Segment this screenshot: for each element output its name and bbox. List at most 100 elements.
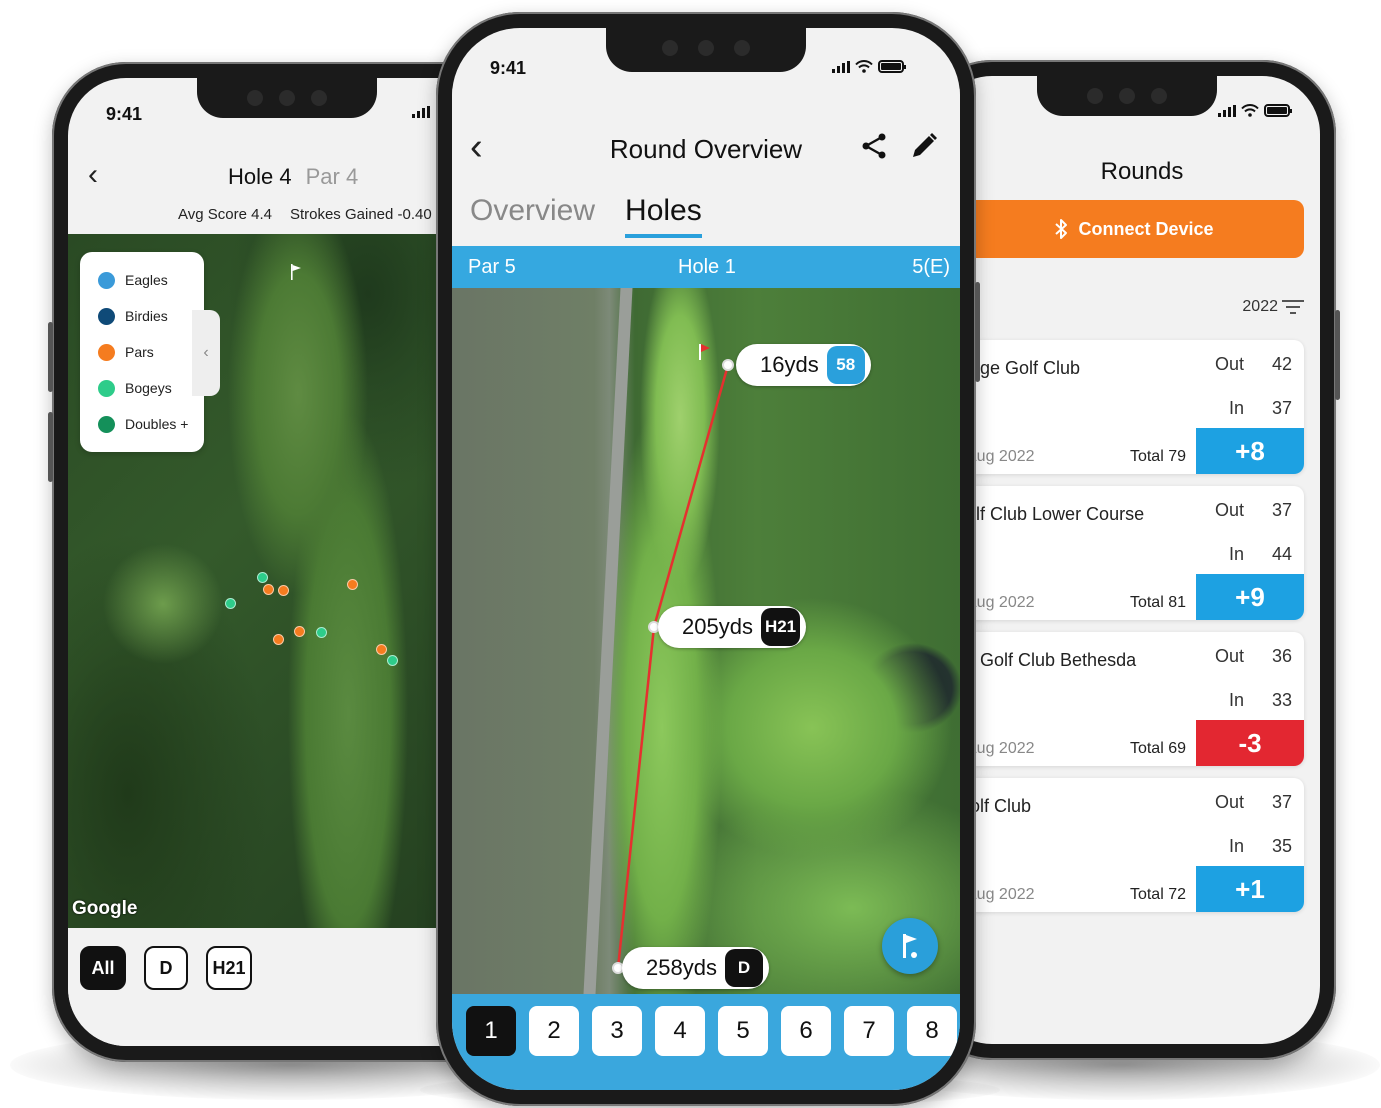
shot-point	[722, 359, 734, 371]
edit-icon[interactable]	[910, 132, 938, 160]
connect-device-button[interactable]: Connect Device	[954, 200, 1304, 258]
out-label: Out	[1214, 792, 1244, 812]
in-score: In 35	[1229, 836, 1292, 857]
side-button	[48, 412, 53, 482]
legend-item: Bogeys	[98, 370, 204, 406]
round-total: Total 79	[1129, 448, 1186, 465]
hole-button[interactable]: 5	[718, 1006, 768, 1056]
notch	[197, 78, 377, 118]
legend-label: Pars	[125, 344, 154, 360]
filter-all-button[interactable]: All	[80, 946, 126, 990]
hole-score: 5(E)	[912, 256, 950, 278]
in-label: In	[1228, 398, 1244, 418]
course-name: olf Club Lower Course	[966, 504, 1145, 524]
round-total: Total 72	[1129, 886, 1186, 903]
shot-distance-chip[interactable]: 16yds 58	[736, 344, 871, 386]
year-filter[interactable]: 2022	[1242, 298, 1278, 316]
round-card[interactable]: s Golf Club Bethesda Out 36 In 33 Aug 2022…	[954, 632, 1304, 766]
screen: 9:41 ‹ Round Overview Overview Holes Par…	[452, 28, 960, 1090]
out-score: Out 42	[1215, 354, 1292, 375]
avg-score: Avg Score 4.4	[178, 206, 272, 223]
shot-distance: 16yds	[760, 352, 819, 377]
hole-button[interactable]: 3	[592, 1006, 642, 1056]
hole-button[interactable]: 8	[907, 1006, 957, 1056]
legend-label: Bogeys	[125, 380, 172, 396]
status-icons	[412, 106, 430, 118]
round-card[interactable]: iolf Club Out 37 In 35 Aug 2022 Total 72 +…	[954, 778, 1304, 912]
round-date: Aug 2022	[966, 740, 1035, 757]
side-button	[975, 282, 980, 382]
shot-distance: 205yds	[682, 614, 753, 639]
in-value: 33	[1271, 690, 1292, 710]
notch	[606, 28, 806, 72]
hole-par: Par 5	[468, 256, 516, 278]
legend-collapse-tab[interactable]: ‹	[192, 310, 220, 396]
legend-item: Birdies	[98, 298, 204, 334]
hole-button[interactable]: 4	[655, 1006, 705, 1056]
status-time: 9:41	[106, 104, 143, 124]
shot-marker	[225, 598, 236, 609]
shot-distance: 258yds	[646, 955, 717, 980]
shot-distance-chip[interactable]: 258yds D	[622, 947, 769, 989]
shot-marker	[316, 627, 327, 638]
round-card[interactable]: olf Club Lower Course Out 37 In 44 Aug 202…	[954, 486, 1304, 620]
status-time: 9:41	[490, 58, 527, 78]
phone-round-overview: 9:41 ‹ Round Overview Overview Holes Par…	[436, 12, 980, 1106]
hole-button[interactable]: 7	[844, 1006, 894, 1056]
in-label: In	[1228, 544, 1244, 564]
side-button	[1335, 310, 1340, 400]
out-value: 37	[1271, 792, 1292, 812]
share-icon[interactable]	[860, 132, 888, 160]
shot-distance-chip[interactable]: 205yds H21	[658, 606, 807, 648]
score-badge: -3	[1196, 720, 1304, 766]
round-card[interactable]: idge Golf Club Out 42 In 37 Aug 2022 Total…	[954, 340, 1304, 474]
status-icons	[1218, 104, 1292, 117]
course-name: idge Golf Club	[966, 358, 1081, 378]
round-header: ‹ Round Overview Overview Holes	[452, 88, 960, 246]
shot-marker	[294, 626, 305, 637]
filter-h21-button[interactable]: H21	[206, 946, 252, 990]
hole-title: Hole 4 Par 4	[228, 164, 358, 190]
hole-stats: Avg Score 4.4 Strokes Gained -0.40	[178, 206, 432, 223]
shot-marker	[278, 585, 289, 596]
hole-button[interactable]: 1	[466, 1006, 516, 1056]
wifi-icon	[1241, 104, 1259, 117]
shot-marker	[263, 584, 274, 595]
phone-rounds-list: Rounds Connect Device 2022 idge Golf Clu…	[918, 60, 1340, 1060]
page-title: Rounds	[1100, 158, 1184, 185]
shot-marker	[387, 655, 398, 666]
flag-icon	[903, 934, 917, 958]
shot-marker	[347, 579, 358, 590]
tab-overview[interactable]: Overview	[470, 194, 595, 238]
side-button	[48, 322, 53, 392]
satellite-map[interactable]: 16yds 58 205yds H21 258yds D	[452, 288, 960, 994]
round-total: Total 81	[1129, 594, 1186, 611]
legend-label: Eagles	[125, 272, 168, 288]
back-icon[interactable]: ‹	[88, 160, 98, 190]
wifi-icon	[855, 60, 873, 73]
hole-button[interactable]: 2	[529, 1006, 579, 1056]
out-value: 42	[1271, 354, 1292, 374]
legend-item: Eagles	[98, 262, 204, 298]
round-date: Aug 2022	[966, 448, 1035, 465]
pin-flag-button[interactable]	[882, 918, 938, 974]
hole-button[interactable]: 6	[781, 1006, 831, 1056]
filter-d-button[interactable]: D	[144, 946, 188, 990]
legend-dot-doubles	[98, 415, 115, 433]
bluetooth-icon	[1055, 219, 1068, 239]
battery-icon	[878, 60, 906, 73]
legend-dot-bogeys	[98, 379, 115, 397]
signal-icon	[412, 106, 430, 118]
legend-item: Pars	[98, 334, 204, 370]
in-label: In	[1228, 690, 1244, 710]
in-value: 35	[1271, 836, 1292, 856]
filter-icon[interactable]	[1282, 298, 1304, 316]
legend-dot-birdies	[98, 307, 115, 325]
tab-holes[interactable]: Holes	[625, 194, 702, 238]
shot-tag: D	[724, 949, 763, 987]
shot-tag: H21	[760, 608, 801, 646]
status-icons	[832, 60, 906, 73]
round-date: Aug 2022	[966, 886, 1035, 903]
legend-dot-eagles	[98, 271, 115, 289]
header-actions	[860, 132, 938, 160]
